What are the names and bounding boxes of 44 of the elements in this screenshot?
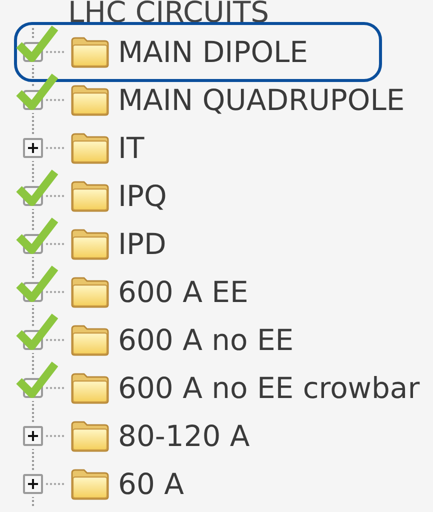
tree-item-label: 600 A no EE crowbar: [118, 371, 420, 405]
tree-item-label: 600 A EE: [118, 275, 248, 309]
tree-item[interactable]: IPQ: [20, 172, 167, 220]
tree-item[interactable]: MAIN DIPOLE: [20, 28, 376, 76]
checked-checkbox-icon[interactable]: [16, 71, 58, 111]
checked-checkbox-icon[interactable]: [16, 359, 58, 399]
folder-icon: [70, 419, 110, 453]
plus-icon: [27, 142, 39, 154]
tree-item-label: 80-120 A: [118, 419, 250, 453]
folder-icon: [70, 371, 110, 405]
tree-item-label: IT: [118, 131, 144, 165]
tree-item-label: 600 A no EE: [118, 323, 294, 357]
checked-checkbox-icon[interactable]: [16, 311, 58, 351]
expander-box[interactable]: [23, 426, 43, 446]
tree-item[interactable]: 60 A: [20, 460, 184, 508]
tree-item[interactable]: 600 A no EE: [20, 316, 294, 364]
plus-icon: [27, 478, 39, 490]
folder-icon: [70, 179, 110, 213]
tree-item-label: MAIN QUADRUPOLE: [118, 83, 405, 117]
folder-icon: [70, 35, 110, 69]
tree-item[interactable]: 600 A EE: [20, 268, 248, 316]
folder-icon: [70, 323, 110, 357]
tree-item-label: MAIN DIPOLE: [118, 35, 308, 69]
folder-icon: [70, 227, 110, 261]
checked-checkbox-icon[interactable]: [16, 23, 58, 63]
expander-box[interactable]: [23, 138, 43, 158]
tree-item[interactable]: 80-120 A: [20, 412, 250, 460]
tree-item[interactable]: IT: [20, 124, 144, 172]
tree-item-label: IPD: [118, 227, 166, 261]
tree-item-label: 60 A: [118, 467, 184, 501]
tree-item[interactable]: 600 A no EE crowbar: [20, 364, 420, 412]
folder-icon: [70, 83, 110, 117]
tree-item-label: IPQ: [118, 179, 167, 213]
folder-icon: [70, 275, 110, 309]
checked-checkbox-icon[interactable]: [16, 263, 58, 303]
folder-icon: [70, 467, 110, 501]
tree-root-label: LHC CIRCUITS: [68, 0, 270, 28]
plus-icon: [27, 430, 39, 442]
tree-item[interactable]: IPD: [20, 220, 166, 268]
checked-checkbox-icon[interactable]: [16, 167, 58, 207]
folder-icon: [70, 131, 110, 165]
expander-box[interactable]: [23, 474, 43, 494]
tree-item[interactable]: MAIN QUADRUPOLE: [20, 76, 405, 124]
checked-checkbox-icon[interactable]: [16, 215, 58, 255]
